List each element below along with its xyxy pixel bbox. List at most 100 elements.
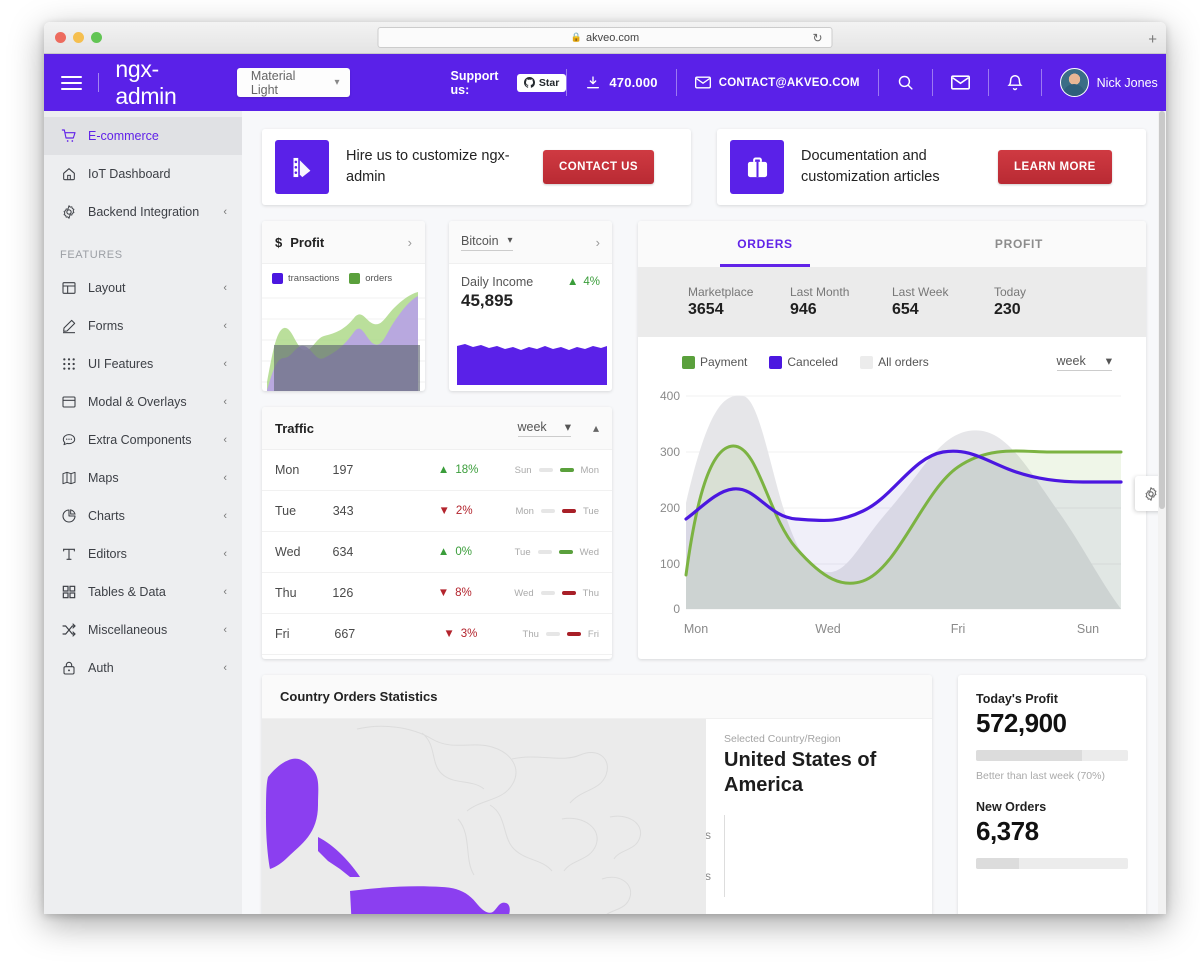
new-tab-button[interactable]: + [1148, 31, 1157, 48]
traffic-value: 197 [333, 463, 438, 477]
search-icon [897, 74, 914, 91]
world-map[interactable] [262, 719, 706, 914]
list-item: Tables [725, 856, 912, 897]
legend-label: orders [365, 273, 392, 284]
todays-profit-label: Today's Profit [976, 692, 1128, 706]
orders-line-chart: 400 300 200 100 0 Mon Wed [638, 371, 1146, 648]
map-region-usa[interactable] [350, 886, 510, 914]
orders-card: ORDERS PROFIT Marketplace 3654 Last Mont… [638, 221, 1146, 659]
search-button[interactable] [879, 74, 932, 91]
tab-orders[interactable]: ORDERS [638, 221, 892, 267]
mail-button[interactable] [933, 75, 988, 90]
chevron-left-icon: ‹ [223, 624, 227, 636]
sidebar-item-forms[interactable]: Forms ‹ [44, 307, 242, 345]
sidebar-item-ui-features[interactable]: UI Features ‹ [44, 345, 242, 383]
chevron-down-icon: ▾ [1106, 353, 1112, 368]
address-bar[interactable]: 🔒 akveo.com ↻ [378, 27, 833, 48]
table-row[interactable]: Tue 343 ▼ 2% Mon Tue [262, 491, 612, 532]
triangle-up-icon: ▲ [438, 546, 449, 558]
spark-to-label: Thu [583, 588, 599, 599]
tab-profit[interactable]: PROFIT [892, 221, 1146, 267]
scrollbar-thumb[interactable] [1159, 111, 1165, 509]
sidebar-item-modal-overlays[interactable]: Modal & Overlays ‹ [44, 383, 242, 421]
brand-logo[interactable]: ngx-admin [115, 56, 209, 110]
sidebar-item-auth[interactable]: Auth ‹ [44, 649, 242, 687]
chevron-left-icon: ‹ [223, 548, 227, 560]
page-scrollbar[interactable] [1158, 111, 1166, 914]
bottom-row: Country Orders Statistics [262, 675, 1146, 914]
user-menu[interactable]: Nick Jones [1042, 68, 1166, 97]
profit-chart-legend: transactions orders [262, 264, 425, 286]
sidebar-item-e-commerce[interactable]: E-commerce [44, 117, 242, 155]
sidebar-item-editors[interactable]: Editors ‹ [44, 535, 242, 573]
chevron-left-icon: ‹ [223, 662, 227, 674]
orders-stat-strip: Marketplace 3654 Last Month 946 Last Wee… [638, 267, 1146, 337]
table-row[interactable]: Fri 667 ▼ 3% Thu Fri [262, 614, 612, 655]
learn-more-button[interactable]: LEARN MORE [998, 150, 1112, 184]
legend-canceled[interactable]: Canceled [769, 355, 838, 369]
triangle-up-icon: ▲ [567, 276, 578, 288]
github-star-button[interactable]: Star [517, 74, 566, 92]
sidebar-item-backend-integration[interactable]: Backend Integration ‹ [44, 193, 242, 231]
downloads-item[interactable]: 470.000 [567, 75, 675, 91]
map-region-alaska-tail[interactable] [318, 837, 360, 877]
spark-bar [539, 468, 553, 472]
sidebar-item-label: Forms [88, 319, 212, 333]
spark-bar [567, 632, 581, 636]
svg-text:Fri: Fri [951, 622, 966, 636]
daily-income-delta: ▲ 4% [567, 276, 600, 288]
legend-all-orders[interactable]: All orders [860, 355, 929, 369]
theme-select[interactable]: Material Light ▾ [237, 68, 351, 97]
chevron-right-icon[interactable]: › [408, 235, 412, 250]
world-map-svg [262, 719, 662, 914]
table-row-partial[interactable] [262, 655, 612, 659]
banner-row: Hire us to customize ngx-admin CONTACT U… [262, 129, 1146, 205]
spark-from-label: Thu [523, 629, 539, 640]
sidebar-item-miscellaneous[interactable]: Miscellaneous ‹ [44, 611, 242, 649]
sidebar-item-maps[interactable]: Maps ‹ [44, 459, 242, 497]
shuffle-icon [60, 622, 77, 639]
svg-text:300: 300 [660, 445, 680, 459]
sidebar-item-charts[interactable]: Charts ‹ [44, 497, 242, 535]
traffic-delta: ▼ 8% [438, 587, 515, 599]
chevron-right-icon[interactable]: › [596, 235, 600, 250]
orders-period-select[interactable]: week ▾ [1057, 353, 1112, 371]
table-row[interactable]: Thu 126 ▼ 8% Wed Thu [262, 573, 612, 614]
sidebar-item-iot-dashboard[interactable]: IoT Dashboard [44, 155, 242, 193]
close-window-button[interactable] [55, 32, 66, 43]
contact-us-button[interactable]: CONTACT US [543, 150, 654, 184]
chevron-left-icon: ‹ [223, 320, 227, 332]
traffic-delta-value: 3% [461, 628, 478, 640]
currency-select[interactable]: Bitcoin ▾ [461, 234, 513, 251]
legend-payment[interactable]: Payment [682, 355, 747, 369]
sidebar-item-tables-data[interactable]: Tables & Data ‹ [44, 573, 242, 611]
hamburger-icon[interactable] [61, 72, 82, 94]
sidebar-item-label: E-commerce [88, 129, 227, 143]
banner-text: Hire us to customize ngx-admin [346, 146, 526, 187]
spark-bar [541, 591, 555, 595]
orders-profit-tabs: ORDERS PROFIT [638, 221, 1146, 267]
traffic-period-select[interactable]: week ▾ [518, 419, 571, 437]
notifications-button[interactable] [989, 74, 1041, 92]
sidebar-section-label: FEATURES [44, 231, 242, 269]
chevron-left-icon: ‹ [223, 206, 227, 218]
triangle-down-icon: ▼ [439, 505, 450, 517]
sidebar-item-label: UI Features [88, 357, 212, 371]
sidebar-item-label: Editors [88, 547, 212, 561]
maximize-window-button[interactable] [91, 32, 102, 43]
sidebar-item-layout[interactable]: Layout ‹ [44, 269, 242, 307]
reload-icon[interactable]: ↻ [812, 31, 822, 45]
chevron-up-icon[interactable]: ▴ [593, 421, 599, 435]
contact-item[interactable]: CONTACT@AKVEO.COM [677, 76, 878, 89]
map-region-alaska[interactable] [266, 759, 318, 869]
window-controls[interactable] [55, 32, 102, 43]
orders-chart-svg: 400 300 200 100 0 Mon Wed [638, 381, 1133, 643]
minimize-window-button[interactable] [73, 32, 84, 43]
table-row[interactable]: Wed 634 ▲ 0% Tue Wed [262, 532, 612, 573]
chevron-left-icon: ‹ [223, 396, 227, 408]
header-right-group: 470.000 CONTACT@AKVEO.COM [566, 68, 1166, 97]
todays-profit-note: Better than last week (70%) [976, 770, 1128, 782]
table-row[interactable]: Mon 197 ▲ 18% Sun Mon [262, 450, 612, 491]
daily-income-row: Daily Income ▲ 4% [461, 275, 600, 289]
sidebar-item-extra-components[interactable]: Extra Components ‹ [44, 421, 242, 459]
